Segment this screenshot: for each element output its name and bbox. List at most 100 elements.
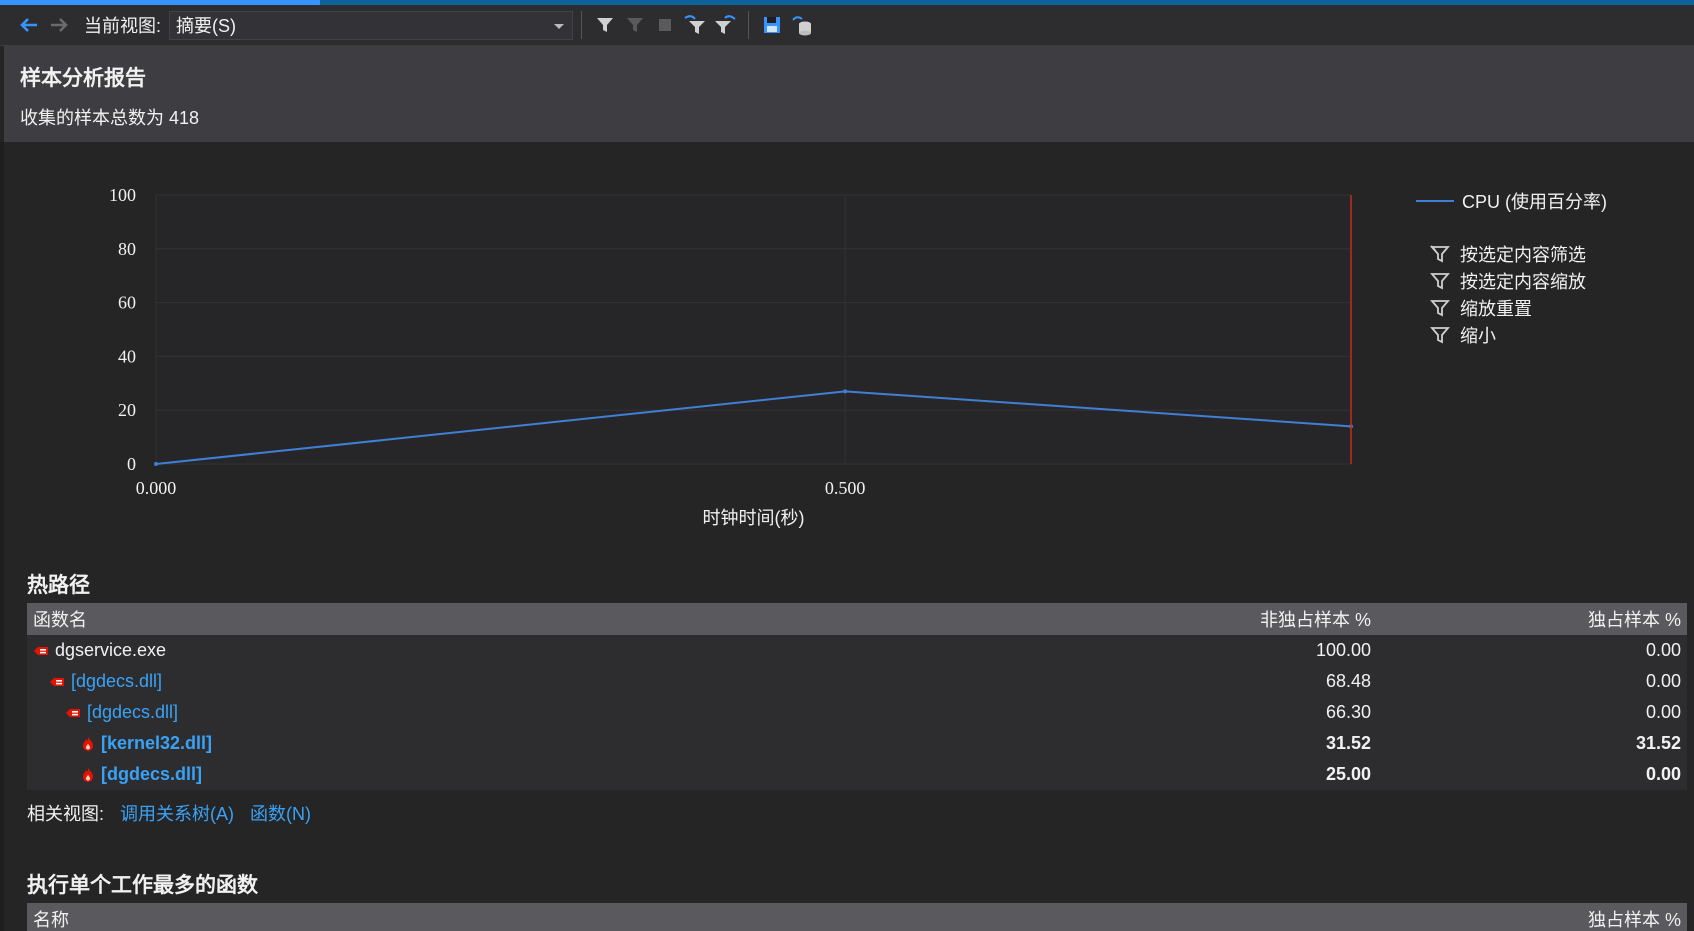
function-name[interactable]: [dgdecs.dll] [71, 671, 162, 692]
report-title: 样本分析报告 [20, 67, 146, 90]
table-row[interactable]: [dgdecs.dll] 66.30 0.00 [27, 697, 1687, 728]
save-icon [764, 17, 781, 33]
filter-in-button[interactable] [680, 10, 710, 40]
chart-actions: 按选定内容筛选 按选定内容缩放 缩放重置缩小 [1416, 240, 1607, 348]
report-header: 样本分析报告 收集的样本总数为 418 [4, 46, 1694, 142]
exclusive-cell: 0.00 [1377, 759, 1687, 790]
table-row[interactable]: [kernel32.dll] 31.52 31.52 [27, 728, 1687, 759]
toolbar: 当前视图: 摘要(S) [0, 5, 1694, 46]
inclusive-cell: 68.48 [1077, 666, 1377, 697]
current-view-value: 摘要(S) [176, 16, 237, 36]
chart-legend: CPU (使用百分率) 按选定内容筛选 按选定内容缩放 缩放重置缩小 [1416, 188, 1607, 348]
legend-swatch [1416, 200, 1454, 202]
filter-selection-icon [1430, 244, 1450, 262]
function-cell: [dgdecs.dll] [27, 666, 1077, 697]
y-tick-label: 40 [118, 346, 136, 366]
hot-path-icon [33, 645, 49, 657]
exclusive-cell: 0.00 [1377, 697, 1687, 728]
related-views-label: 相关视图: [27, 804, 105, 824]
top-functions-title: 执行单个工作最多的函数 [27, 874, 258, 897]
filter-reset-icon [1430, 299, 1450, 316]
exclusive-cell: 0.00 [1377, 666, 1687, 697]
chart-action-label: 按选定内容缩放 [1460, 271, 1586, 292]
chevron-down-icon [554, 23, 565, 29]
flame-icon [81, 767, 95, 783]
chart-action-label: 缩放重置 [1460, 298, 1532, 319]
y-tick-label: 20 [118, 400, 136, 420]
current-view-select[interactable]: 摘要(S) [169, 10, 574, 40]
top-functions-table: 名称 独占样本 % [27, 903, 1687, 931]
back-button[interactable] [14, 10, 44, 40]
chart-action-1[interactable]: 按选定内容缩放 [1416, 267, 1607, 294]
data-point [843, 389, 848, 394]
toolbar-separator [748, 11, 750, 39]
function-name: dgservice.exe [55, 640, 167, 660]
hot-path-title: 热路径 [27, 574, 90, 597]
y-tick-label: 0 [127, 454, 136, 474]
filter-arrow-out-icon [715, 15, 736, 34]
stop-button[interactable] [650, 10, 680, 40]
function-cell: [dgdecs.dll] [27, 759, 1077, 790]
y-tick-label: 60 [118, 293, 136, 313]
sample-count: 收集的样本总数为 418 [20, 108, 200, 128]
arrow-left-icon [20, 18, 37, 32]
x-axis-label: 时钟时间(秒) [703, 508, 805, 528]
filter-icon [597, 18, 614, 32]
chart-action-2[interactable]: 缩放重置 [1416, 294, 1607, 321]
column-header-inclusive[interactable]: 非独占样本 % [1077, 603, 1377, 635]
toolbar-separator [581, 11, 583, 39]
forward-button[interactable] [44, 10, 74, 40]
plot-area [156, 195, 1351, 464]
function-cell: dgservice.exe [27, 635, 1077, 666]
chart-action-0[interactable]: 按选定内容筛选 [1416, 240, 1607, 267]
legend-entry-cpu: CPU (使用百分率) [1416, 188, 1607, 214]
table-row[interactable]: dgservice.exe 100.00 0.00 [27, 635, 1687, 666]
current-view-label: 当前视图: [84, 16, 162, 36]
chart-action-3[interactable]: 缩小 [1416, 321, 1607, 348]
column-header-exclusive[interactable]: 独占样本 % [1377, 903, 1687, 931]
filter-zoomout-icon [1430, 326, 1450, 343]
exclusive-cell: 0.00 [1377, 635, 1687, 666]
top-functions-header-row: 名称 独占样本 % [27, 903, 1687, 931]
function-name[interactable]: [dgdecs.dll] [101, 764, 202, 785]
exclusive-cell: 31.52 [1377, 728, 1687, 759]
inclusive-cell: 66.30 [1077, 697, 1377, 728]
hot-path-header-row: 函数名 非独占样本 % 独占样本 % [27, 603, 1687, 635]
stop-icon [659, 19, 672, 31]
filter-out-button[interactable] [710, 10, 740, 40]
filter-clear-icon [627, 18, 644, 32]
data-point [154, 462, 158, 466]
save-button[interactable] [757, 10, 787, 40]
hot-path-table: 函数名 非独占样本 % 独占样本 % dgservice.exe 100.00 0.… [27, 603, 1687, 790]
related-views: 相关视图: 调用关系树(A) 函数(N) [27, 800, 311, 826]
y-tick-label: 80 [118, 239, 136, 259]
hot-path-icon [65, 707, 81, 719]
inclusive-cell: 100.00 [1077, 635, 1377, 666]
legend-label: CPU (使用百分率) [1462, 192, 1607, 212]
function-cell: [kernel32.dll] [27, 728, 1077, 759]
call-tree-link[interactable]: 调用关系树(A) [120, 800, 234, 826]
arrow-right-icon [51, 18, 68, 32]
table-row[interactable]: [dgdecs.dll] 68.48 0.00 [27, 666, 1687, 697]
x-tick-label: 0.500 [825, 478, 866, 498]
chart-action-label: 缩小 [1460, 325, 1496, 346]
export-button[interactable] [787, 10, 817, 40]
export-database-icon [792, 16, 812, 36]
filter-zoom-icon [1430, 272, 1450, 289]
column-header-name[interactable]: 名称 [27, 903, 1377, 931]
functions-link[interactable]: 函数(N) [250, 800, 311, 826]
function-name[interactable]: [dgdecs.dll] [87, 702, 178, 723]
chart-action-label: 按选定内容筛选 [1460, 244, 1586, 265]
inclusive-cell: 25.00 [1077, 759, 1377, 790]
clear-filter-button[interactable] [620, 10, 650, 40]
inclusive-cell: 31.52 [1077, 728, 1377, 759]
function-name[interactable]: [kernel32.dll] [101, 733, 212, 754]
y-tick-label: 100 [109, 185, 136, 205]
hot-path-icon [49, 676, 65, 688]
column-header-exclusive[interactable]: 独占样本 % [1377, 603, 1687, 635]
table-row[interactable]: [dgdecs.dll] 25.00 0.00 [27, 759, 1687, 790]
filter-arrow-in-icon [684, 15, 706, 34]
filter-button[interactable] [590, 10, 620, 40]
x-tick-label: 0.000 [136, 478, 177, 498]
column-header-function[interactable]: 函数名 [27, 603, 1077, 635]
